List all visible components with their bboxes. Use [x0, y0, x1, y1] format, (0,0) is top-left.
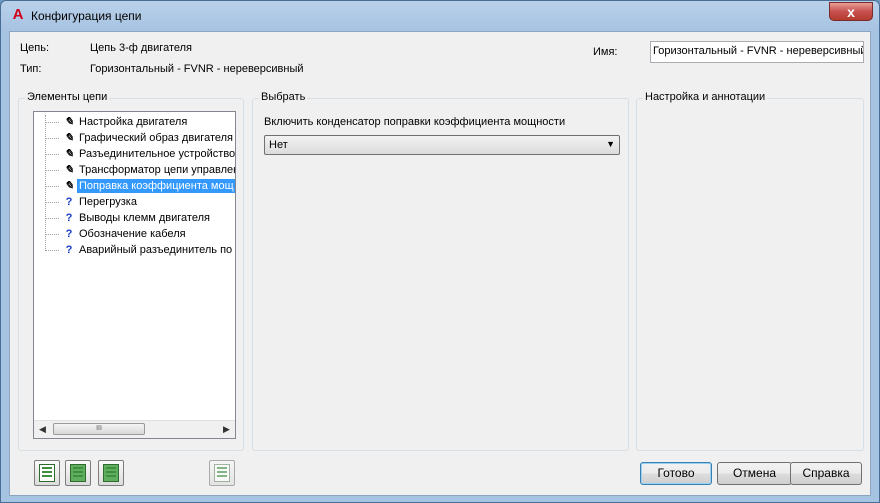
close-button[interactable]: x [829, 2, 873, 21]
tree-branch [45, 186, 59, 187]
scroll-left-icon[interactable]: ◀ [34, 421, 51, 438]
tree-branch [45, 218, 59, 219]
insert-schematic-green-button[interactable] [65, 460, 91, 486]
chevron-down-icon: ▼ [606, 139, 615, 149]
question-icon: ? [65, 196, 73, 208]
tree-item-label: Настройка двигателя [79, 116, 188, 128]
undo-schematic-button[interactable] [209, 460, 235, 486]
tree-item[interactable]: ✎ Настройка двигателя [34, 114, 235, 130]
title-bar[interactable]: A Конфигурация цепи x [1, 1, 879, 31]
tree-item[interactable]: ? Обозначение кабеля [34, 226, 235, 242]
tree-branch [45, 122, 59, 123]
horizontal-scrollbar[interactable]: ◀ III ▶ [34, 420, 235, 438]
tree-item[interactable]: ? Перегрузка [34, 194, 235, 210]
tree-branch [45, 154, 59, 155]
autocad-logo-icon: A [12, 6, 24, 23]
scroll-right-icon[interactable]: ▶ [218, 421, 235, 438]
circuit-elements-tree[interactable]: ✎ Настройка двигателя ✎ Графический обра… [33, 111, 236, 439]
tree-item[interactable]: ? Выводы клемм двигателя [34, 210, 235, 226]
tree-item-label: Поправка коэффициента мощ [77, 179, 235, 193]
insert-schematic-down-button[interactable] [98, 460, 124, 486]
dialog-client-area: Цепь: Цепь 3-ф двигателя Тип: Горизонтал… [9, 31, 871, 496]
name-input[interactable]: Горизонтальный - FVNR - нереверсивный [650, 41, 864, 63]
select-group-title: Выбрать [259, 91, 308, 103]
type-label: Тип: [20, 63, 42, 75]
question-icon: ? [65, 212, 73, 224]
tree-item-selected[interactable]: ✎ Поправка коэффициента мощ [34, 178, 235, 194]
ok-button[interactable]: Готово [640, 462, 712, 485]
pencil-icon: ✎ [64, 164, 74, 176]
capacitor-prompt: Включить конденсатор поправки коэффициен… [264, 116, 566, 128]
scroll-thumb[interactable]: III [53, 423, 145, 435]
insert-schematic-button[interactable] [34, 460, 60, 486]
schematic-list-green-icon [70, 464, 86, 482]
tree-item-label: Трансформатор цепи управлен [79, 164, 236, 176]
window-title: Конфигурация цепи [31, 9, 142, 23]
circuit-elements-title: Элементы цепи [25, 91, 110, 103]
pencil-icon: ✎ [64, 148, 74, 160]
settings-annotations-group: Настройка и аннотации [636, 91, 864, 451]
tree-item[interactable]: ? Аварийный разъединитель по [34, 242, 235, 258]
tree-item-label: Обозначение кабеля [79, 228, 186, 240]
circuit-label: Цепь: [20, 42, 49, 54]
type-value: Горизонтальный - FVNR - нереверсивный [90, 63, 304, 75]
cancel-button[interactable]: Отмена [717, 462, 792, 485]
tree-item-label: Разъединительное устройство [79, 148, 236, 160]
tree-item[interactable]: ✎ Трансформатор цепи управлен [34, 162, 235, 178]
tree-branch [45, 170, 59, 171]
pencil-icon: ✎ [64, 116, 74, 128]
tree-branch [45, 250, 59, 251]
schematic-undo-icon [214, 464, 230, 482]
tree-item[interactable]: ✎ Разъединительное устройство [34, 146, 235, 162]
settings-annotations-title: Настройка и аннотации [643, 91, 768, 103]
tree-item-label: Перегрузка [79, 196, 137, 208]
tree-item-label: Выводы клемм двигателя [79, 212, 210, 224]
tree-branch [45, 138, 59, 139]
question-icon: ? [65, 228, 73, 240]
schematic-list-down-icon [103, 464, 119, 482]
tree-branch [45, 234, 59, 235]
tree-branch [45, 202, 59, 203]
circuit-value: Цепь 3-ф двигателя [90, 42, 192, 54]
pencil-icon: ✎ [64, 180, 74, 192]
pencil-icon: ✎ [64, 132, 74, 144]
help-button[interactable]: Справка [790, 462, 862, 485]
tree-item-label: Графический образ двигателя [79, 132, 233, 144]
dialog-window: A Конфигурация цепи x Цепь: Цепь 3-ф дви… [0, 0, 880, 503]
capacitor-select[interactable]: Нет ▼ [264, 135, 620, 155]
tree-item[interactable]: ✎ Графический образ двигателя [34, 130, 235, 146]
capacitor-select-value: Нет [269, 139, 288, 151]
question-icon: ? [65, 244, 73, 256]
schematic-list-icon [39, 464, 55, 482]
name-label: Имя: [593, 46, 618, 58]
tree-item-label: Аварийный разъединитель по [79, 244, 233, 256]
